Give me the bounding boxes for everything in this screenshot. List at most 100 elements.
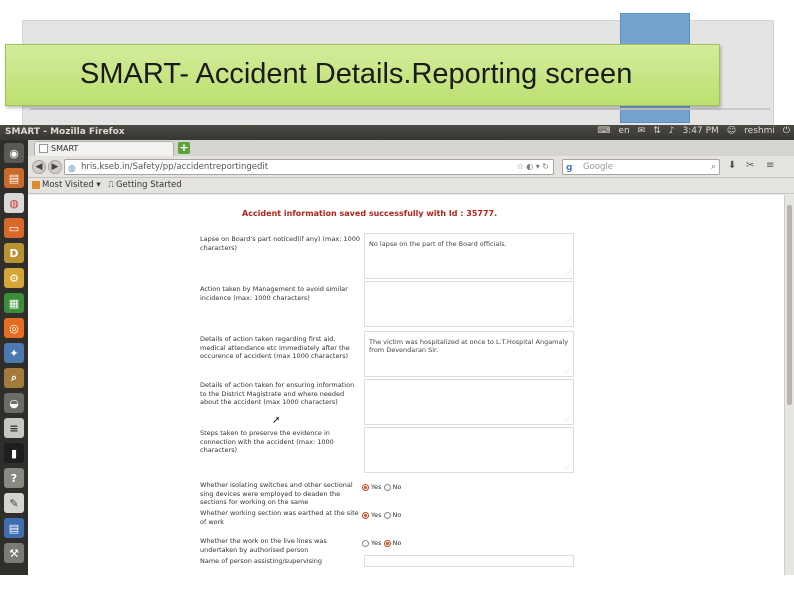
resize-grip-icon[interactable]: ⋰ (565, 415, 571, 423)
firefox-icon[interactable]: ◎ (4, 318, 24, 338)
tab-label: SMART (51, 144, 79, 153)
volume-icon[interactable]: ♪ (669, 126, 675, 136)
document-icon[interactable]: ▤ (4, 518, 24, 538)
resize-grip-icon[interactable]: ⋰ (565, 463, 571, 471)
field-label: Details of action taken regarding first … (200, 335, 350, 360)
url-bar-icons[interactable]: ☆ ◐ ▾ ↻ (517, 160, 550, 174)
bookmark-page-icon: ⎍ (108, 180, 114, 190)
field-label: Details of action taken for ensuring inf… (200, 381, 355, 406)
terminal-icon[interactable]: ▮ (4, 443, 24, 463)
impress-icon[interactable]: ▭ (4, 218, 24, 238)
success-message: Accident information saved successfully … (242, 209, 498, 218)
first-aid-textarea[interactable]: The victim was hospitalized at once to L… (364, 331, 574, 377)
settings-icon[interactable]: ⚒ (4, 543, 24, 563)
page-scrollbar[interactable] (784, 195, 794, 575)
lapse-textarea[interactable]: No lapse on the part of the Board offici… (364, 233, 574, 279)
field-value: The victim was hospitalized at once to L… (369, 338, 569, 354)
bookmark-folder-icon (32, 181, 40, 189)
tab-strip: SMART + (28, 140, 794, 156)
supervising-person-input[interactable] (364, 555, 574, 567)
field-label: Whether the work on the live lines was u… (200, 537, 327, 554)
radio-no[interactable] (383, 539, 391, 547)
presentation-slide: SMART- Accident Details.Reporting screen… (0, 0, 794, 595)
mail-icon[interactable]: ✉ (638, 126, 646, 136)
radio-no-label: No (392, 483, 402, 491)
radio-yes[interactable] (362, 511, 369, 519)
network-tool-icon[interactable]: ✦ (4, 343, 24, 363)
resize-grip-icon[interactable]: ⋰ (565, 269, 571, 277)
navigation-toolbar: ◀ ▶ ◍ hris.kseb.in/Safety/pp/accidentrep… (28, 156, 794, 178)
keyboard-icon[interactable]: ⌨ (597, 126, 610, 136)
resize-grip-icon[interactable]: ⋰ (565, 317, 571, 325)
management-action-textarea[interactable]: ⋰ (364, 281, 574, 327)
page-content: Accident information saved successfully … (28, 195, 784, 575)
field-value: No lapse on the part of the Board offici… (369, 240, 507, 248)
new-tab-button[interactable]: + (178, 142, 190, 154)
radio-no-label: No (392, 539, 402, 547)
field-label: Action taken by Management to avoid simi… (200, 285, 348, 302)
back-button[interactable]: ◀ (32, 160, 46, 174)
unity-launcher: ◉ ▤ ◍ ▭ D ⚙ ▦ ◎ ✦ ⌕ ◒ ≡ ▮ ? ✎ ▤ ⚒ (0, 140, 28, 575)
menu-icon[interactable]: ≡ (766, 160, 774, 171)
download-icon[interactable]: ⬇ (728, 160, 736, 171)
power-icon[interactable]: ⏻ (783, 126, 790, 136)
files-icon[interactable]: ▤ (4, 168, 24, 188)
magistrate-info-textarea[interactable]: ⋰ (364, 379, 574, 425)
radio-yes[interactable] (362, 539, 369, 547)
evidence-textarea[interactable]: ⋰ (364, 427, 574, 473)
radio-yes[interactable] (362, 483, 369, 491)
search-tool-icon[interactable]: ⌕ (4, 368, 24, 388)
url-text: hris.kseb.in/Safety/pp/accidentreporting… (81, 162, 269, 172)
disk-icon[interactable]: ◒ (4, 393, 24, 413)
bookmark-getting-started[interactable]: ⎍ Getting Started (108, 180, 182, 190)
field-label: Whether isolating switches and other sec… (200, 481, 353, 506)
dictionary-icon[interactable]: D (4, 243, 24, 263)
radio-no[interactable] (383, 511, 391, 519)
radio-yes-label: Yes (371, 539, 382, 547)
screenshot: SMART - Mozilla Firefox ⌨ en ✉ ⇅ ♪ 3:47 … (0, 125, 794, 575)
isolating-switches-radio-group: Yes No (362, 483, 401, 491)
window-title: SMART - Mozilla Firefox (5, 127, 125, 137)
dash-home-icon[interactable]: ◉ (4, 143, 24, 163)
tab-smart[interactable]: SMART (34, 141, 174, 156)
radio-yes-label: Yes (371, 483, 382, 491)
mouse-cursor-icon: ➚ (272, 415, 281, 426)
radio-no[interactable] (383, 483, 391, 491)
chrome-icon[interactable]: ◍ (4, 193, 24, 213)
earthed-radio-group: Yes No (362, 511, 401, 519)
search-input[interactable]: g Google ⌕ (562, 159, 720, 175)
globe-icon: ◍ (68, 164, 76, 174)
field-label: Whether working section was earthed at t… (200, 509, 359, 526)
radio-no-label: No (392, 511, 402, 519)
radio-yes-label: Yes (371, 511, 382, 519)
field-label: Name of person assisting/supervising (200, 557, 323, 565)
resize-grip-icon[interactable]: ⋰ (565, 367, 571, 375)
slide-decoration-line (30, 108, 770, 110)
network-icon[interactable]: ⇅ (653, 126, 661, 136)
calc-icon[interactable]: ▦ (4, 293, 24, 313)
authorised-person-radio-group: Yes No (362, 539, 401, 547)
firefox-window: SMART + ◀ ▶ ◍ hris.kseb.in/Safety/pp/acc… (28, 140, 794, 575)
field-label: Lapse on Board's part noticed(if any) (m… (200, 235, 360, 252)
scrollbar-thumb[interactable] (787, 205, 792, 405)
ubuntu-top-panel: SMART - Mozilla Firefox ⌨ en ✉ ⇅ ♪ 3:47 … (0, 125, 794, 140)
addon-icon[interactable]: ✂ (746, 160, 754, 171)
user-name[interactable]: reshmi (744, 126, 775, 136)
search-icon[interactable]: ⌕ (711, 160, 716, 174)
bookmarks-toolbar: Most Visited ▾ ⎍ Getting Started (28, 178, 794, 194)
field-label: Steps taken to preserve the evidence in … (200, 429, 334, 454)
clock[interactable]: 3:47 PM (683, 126, 719, 136)
search-placeholder: Google (583, 162, 613, 172)
writer-icon[interactable]: ≡ (4, 418, 24, 438)
forward-button[interactable]: ▶ (48, 160, 62, 174)
bookmark-label: Getting Started (115, 180, 182, 190)
tools-icon[interactable]: ⚙ (4, 268, 24, 288)
language-indicator[interactable]: en (618, 126, 629, 136)
help-icon[interactable]: ? (4, 468, 24, 488)
user-icon[interactable]: ☺ (727, 126, 736, 136)
bookmark-most-visited[interactable]: Most Visited ▾ (32, 180, 101, 190)
url-bar[interactable]: ◍ hris.kseb.in/Safety/pp/accidentreporti… (64, 159, 554, 175)
text-editor-icon[interactable]: ✎ (4, 493, 24, 513)
panel-indicators: ⌨ en ✉ ⇅ ♪ 3:47 PM ☺ reshmi ⏻ (597, 126, 790, 136)
slide-title: SMART- Accident Details.Reporting screen (80, 58, 633, 90)
